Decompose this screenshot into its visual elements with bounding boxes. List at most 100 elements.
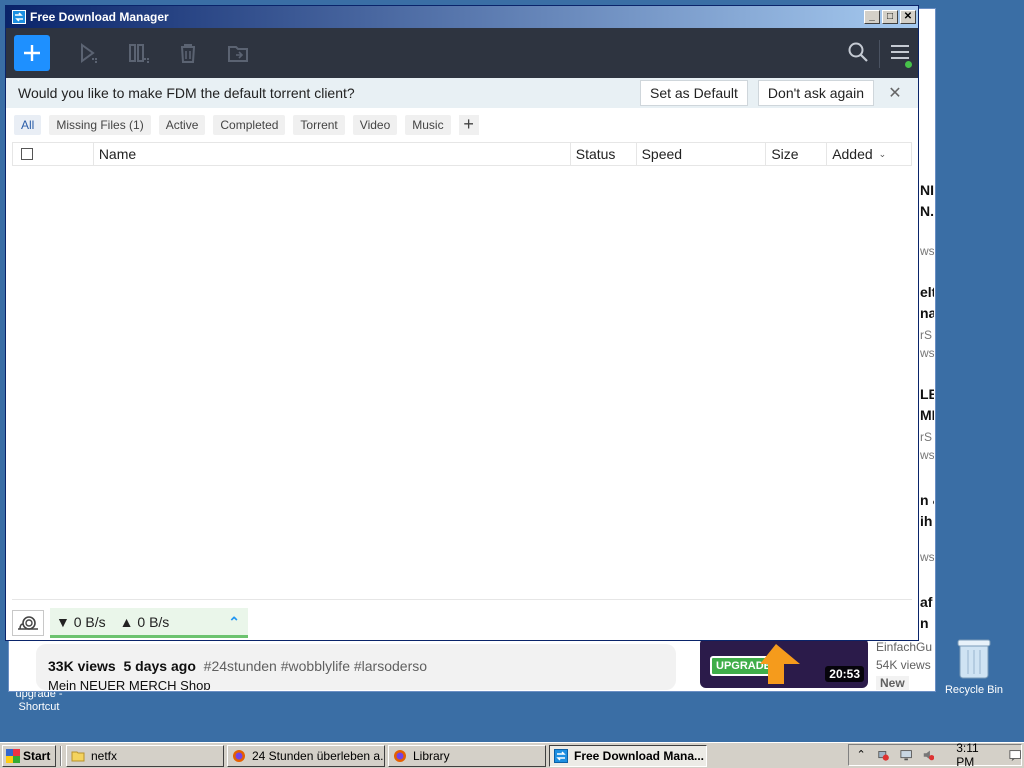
maximize-button[interactable]: □ xyxy=(882,10,898,24)
speed-panel[interactable]: ▼ 0 B/s ▲ 0 B/s ⌃ xyxy=(50,608,248,638)
select-all-checkbox[interactable] xyxy=(21,148,33,160)
fragment: n & xyxy=(920,492,934,508)
toolbar-separator xyxy=(879,40,880,68)
fragment: nal xyxy=(920,305,934,321)
channel-views: 54K views xyxy=(876,658,931,672)
column-speed[interactable]: Speed xyxy=(637,143,767,165)
filter-completed[interactable]: Completed xyxy=(213,115,286,135)
new-badge: New xyxy=(876,676,909,690)
task-fdm[interactable]: Free Download Mana... xyxy=(549,744,707,767)
select-all-column xyxy=(13,143,94,165)
pause-icon[interactable] xyxy=(126,41,150,65)
duration-badge: 20:53 xyxy=(825,666,864,682)
main-toolbar xyxy=(6,28,918,78)
taskbar-separator xyxy=(60,745,62,766)
task-browser-video[interactable]: 24 Stunden überleben a... xyxy=(227,744,385,767)
close-button[interactable]: ✕ xyxy=(900,10,916,24)
taskbar: Start netfx 24 Stunden überleben a... Li… xyxy=(0,741,1024,768)
fdm-icon xyxy=(554,748,568,763)
toolbar-right xyxy=(847,40,912,68)
fragment: MI xyxy=(920,407,934,423)
add-filter-icon[interactable]: + xyxy=(458,115,479,135)
column-size[interactable]: Size xyxy=(766,143,828,165)
upload-speed-value: 0 B/s xyxy=(137,613,170,630)
fragment: ih xyxy=(920,513,933,529)
plus-icon xyxy=(24,45,40,61)
fragment: NI xyxy=(920,182,934,198)
fragment: ws xyxy=(920,448,934,462)
task-label: Library xyxy=(413,748,450,763)
fragment: N. xyxy=(920,203,934,219)
folder-icon xyxy=(71,751,85,761)
filter-torrent[interactable]: Torrent xyxy=(293,115,345,135)
task-label: netfx xyxy=(91,748,118,763)
chevron-down-icon: ⌄ xyxy=(878,148,887,159)
set-as-default-button[interactable]: Set as Default xyxy=(639,80,748,106)
fragment: ws xyxy=(920,346,934,360)
start-button[interactable]: Start xyxy=(2,744,56,767)
column-name[interactable]: Name xyxy=(94,143,571,165)
default-client-notice: Would you like to make FDM the default t… xyxy=(6,78,918,108)
menu-icon[interactable] xyxy=(890,43,912,68)
dont-ask-again-button[interactable]: Don't ask again xyxy=(757,80,874,106)
task-netfx[interactable]: netfx xyxy=(66,744,224,767)
title-bar[interactable]: Free Download Manager _ □ ✕ xyxy=(6,6,918,28)
notice-message: Would you like to make FDM the default t… xyxy=(18,85,355,101)
column-added-label: Added xyxy=(832,146,873,162)
downloads-table-header: Name Status Speed Size Added ⌄ xyxy=(12,142,912,166)
background-video-meta: 33K views 5 days ago #24stunden #wobblyl… xyxy=(48,658,427,674)
filter-all[interactable]: All xyxy=(14,115,42,135)
upload-speed: ▲ 0 B/s xyxy=(119,613,170,630)
close-notice-icon[interactable]: ✕ xyxy=(884,83,906,103)
fragment: n xyxy=(920,615,929,631)
fragment: elt xyxy=(920,284,934,300)
downloads-list xyxy=(12,166,912,600)
resume-icon[interactable] xyxy=(76,41,100,65)
download-speed-value: 0 B/s xyxy=(73,613,106,630)
clock: 3:11 PM xyxy=(956,741,979,768)
chevron-up-icon[interactable]: ⌃ xyxy=(855,748,867,762)
notification-dot xyxy=(905,60,912,68)
fragment: rS xyxy=(920,328,932,342)
filter-music[interactable]: Music xyxy=(405,115,451,135)
column-status[interactable]: Status xyxy=(571,143,637,165)
filter-missing-files[interactable]: Missing Files (1) xyxy=(49,115,151,135)
windows-logo-icon xyxy=(6,748,20,763)
firefox-icon xyxy=(394,749,406,762)
monitor-icon[interactable] xyxy=(900,748,912,762)
fdm-app-icon xyxy=(12,10,26,24)
recycle-bin-icon[interactable]: Recycle Bin xyxy=(944,636,1004,696)
age-text: 5 days ago xyxy=(123,658,196,674)
fragment: af xyxy=(920,594,933,610)
status-bar: ▼ 0 B/s ▲ 0 B/s ⌃ xyxy=(6,606,918,640)
network-alert-icon[interactable] xyxy=(877,748,890,762)
filter-tabs: All Missing Files (1) Active Completed T… xyxy=(6,108,918,142)
fragment: ws xyxy=(920,550,934,564)
volume-muted-icon[interactable] xyxy=(922,748,935,762)
filter-active[interactable]: Active xyxy=(158,115,206,135)
fragment: rS xyxy=(920,430,932,444)
minimize-button[interactable]: _ xyxy=(864,10,880,24)
firefox-icon xyxy=(233,749,245,762)
chevron-up-icon[interactable]: ⌃ xyxy=(228,614,240,631)
task-label: 24 Stunden überleben a... xyxy=(252,748,385,763)
trash-icon[interactable] xyxy=(176,41,200,65)
search-icon[interactable] xyxy=(847,41,869,68)
background-description: Mein NEUER MERCH Shop xyxy=(48,678,211,690)
add-download-button[interactable] xyxy=(14,35,50,71)
hashtags-text: #24stunden #wobblylife #larsoderso xyxy=(203,658,428,674)
column-added[interactable]: Added ⌄ xyxy=(827,143,911,165)
fragment: ws xyxy=(920,244,934,258)
task-library[interactable]: Library xyxy=(388,744,546,767)
views-text: 33K views xyxy=(48,658,116,674)
fdm-window: Free Download Manager _ □ ✕ Would you li… xyxy=(5,5,919,641)
background-thumbnail: UPGRADE 20:53 xyxy=(700,638,868,688)
window-title: Free Download Manager xyxy=(30,10,169,24)
notification-icon[interactable] xyxy=(1009,748,1021,762)
recycle-bin-label: Recycle Bin xyxy=(944,684,1004,696)
background-channel-info: EinfachGu 54K views New xyxy=(876,638,934,692)
folder-icon[interactable] xyxy=(226,41,250,65)
snail-mode-icon[interactable] xyxy=(12,610,44,636)
system-tray: ⌃ 3:11 PM xyxy=(848,741,1022,768)
filter-video[interactable]: Video xyxy=(352,115,398,135)
